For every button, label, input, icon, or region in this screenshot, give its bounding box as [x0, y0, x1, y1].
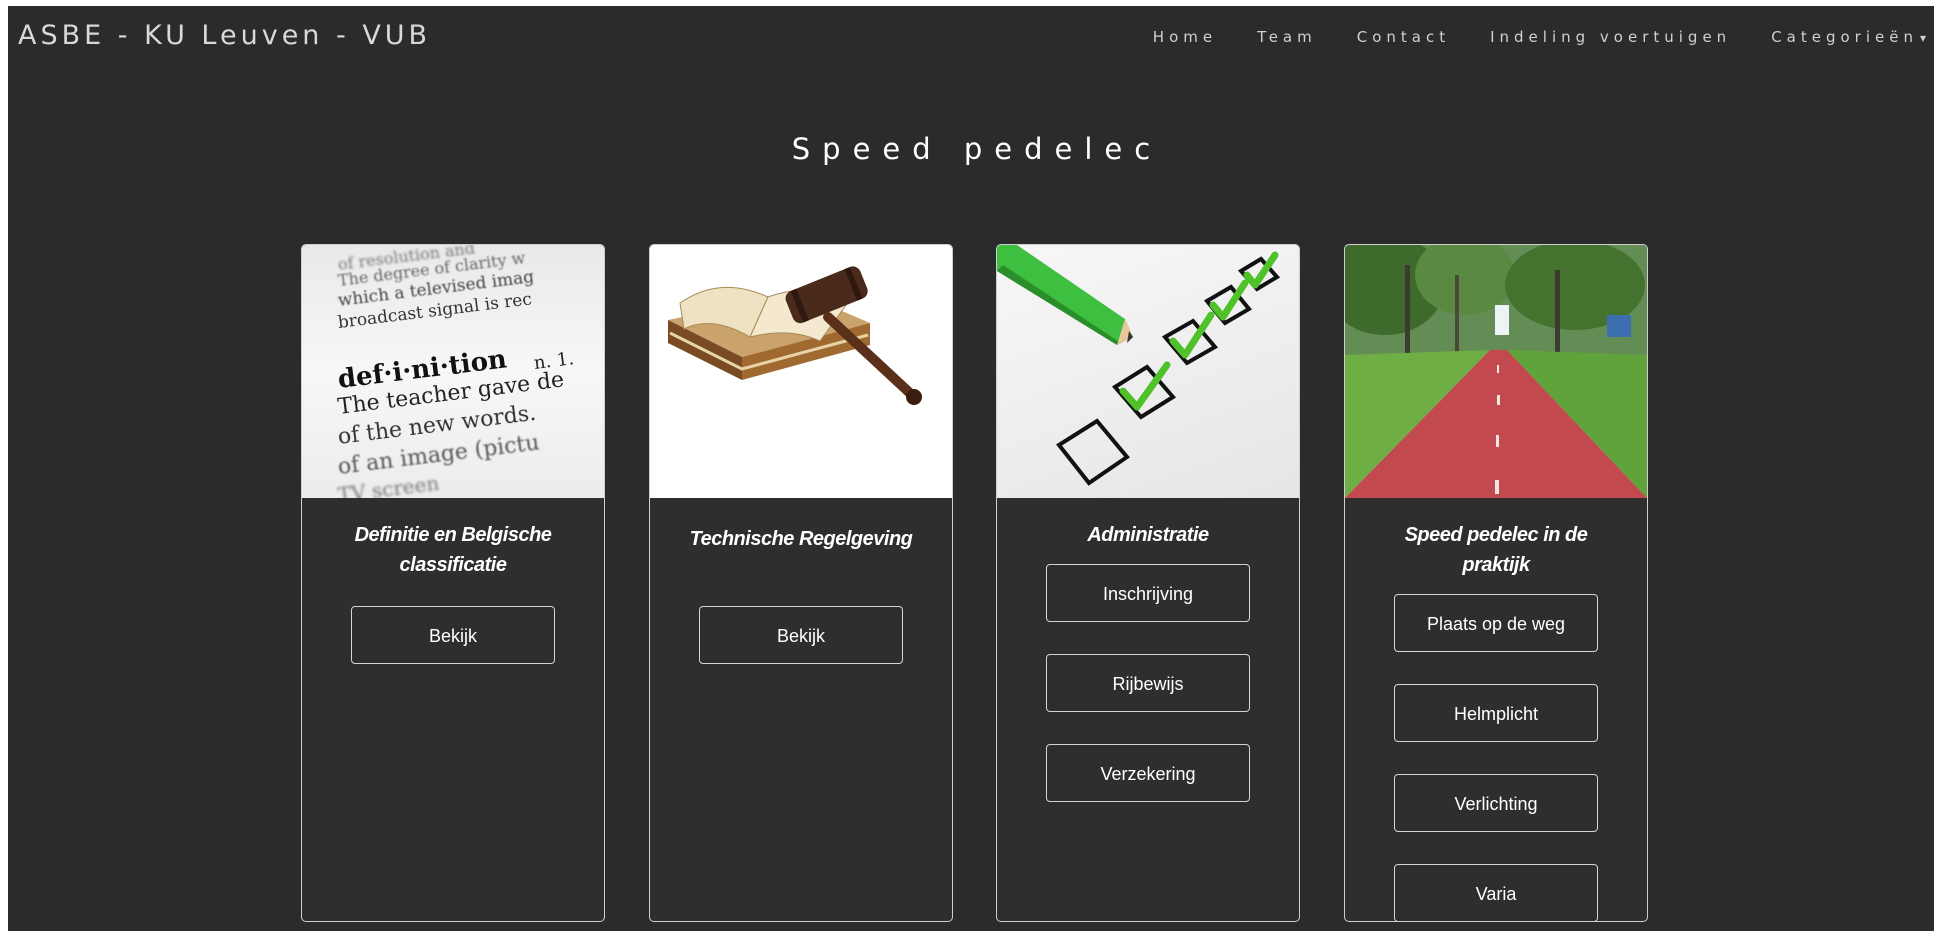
nav-links: Home Team Contact Indeling voertuigen Ca…	[1113, 28, 1926, 46]
bike-lane-icon	[1345, 245, 1647, 498]
nav-team[interactable]: Team	[1257, 28, 1317, 46]
page: ASBE - KU Leuven - VUB Home Team Contact…	[8, 6, 1934, 931]
gavel-book-icon	[668, 266, 922, 405]
bekijk-button[interactable]: Bekijk	[699, 606, 903, 664]
nav-categorieen[interactable]: Categorieën ▾	[1771, 28, 1926, 46]
card-speed-pedelec-praktijk: Speed pedelec in de praktijk Plaats op d…	[1344, 244, 1648, 922]
varia-button[interactable]: Varia	[1394, 864, 1598, 921]
plaats-op-de-weg-button[interactable]: Plaats op de weg	[1394, 594, 1598, 652]
card-technische-regelgeving: Technische Regelgeving Bekijk	[649, 244, 953, 922]
bekijk-button[interactable]: Bekijk	[351, 606, 555, 664]
verzekering-button[interactable]: Verzekering	[1046, 744, 1250, 802]
bike-lane-image	[1345, 245, 1647, 498]
rijbewijs-button[interactable]: Rijbewijs	[1046, 654, 1250, 712]
site-brand[interactable]: ASBE - KU Leuven - VUB	[18, 20, 431, 51]
card-administratie: Administratie Inschrijving Rijbewijs Ver…	[996, 244, 1300, 922]
checklist-icon	[997, 245, 1281, 486]
nav-categorieen-label: Categorieën	[1771, 28, 1918, 46]
card-title: Administratie	[1087, 524, 1209, 546]
card-title: Technische Regelgeving	[689, 528, 913, 550]
card-title: Definitie en Belgische classificatie	[354, 524, 552, 576]
gavel-image	[650, 245, 952, 498]
dictionary-image: of resolution and The degree of clarity …	[302, 245, 604, 498]
nav-contact[interactable]: Contact	[1357, 28, 1450, 46]
helmplicht-button[interactable]: Helmplicht	[1394, 684, 1598, 742]
chevron-down-icon: ▾	[1919, 31, 1926, 45]
card-definitie: of resolution and The degree of clarity …	[301, 244, 605, 922]
card-title: Speed pedelec in de praktijk	[1404, 524, 1588, 576]
inschrijving-button[interactable]: Inschrijving	[1046, 564, 1250, 622]
page-title: Speed pedelec	[791, 132, 1163, 166]
nav-home[interactable]: Home	[1153, 28, 1217, 46]
checklist-image	[997, 245, 1299, 498]
verlichting-button[interactable]: Verlichting	[1394, 774, 1598, 832]
nav-indeling-voertuigen[interactable]: Indeling voertuigen	[1490, 28, 1731, 46]
navbar: ASBE - KU Leuven - VUB Home Team Contact…	[8, 6, 1934, 62]
